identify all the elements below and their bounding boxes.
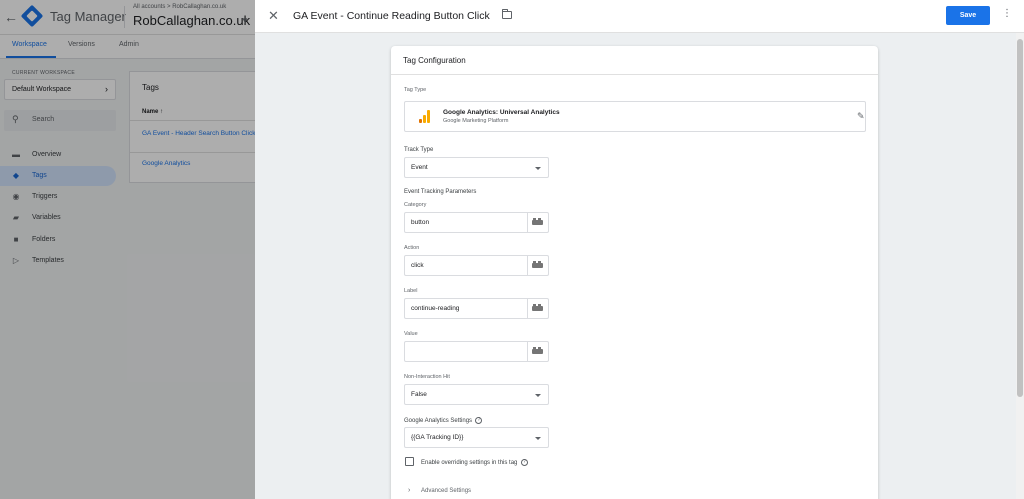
close-icon[interactable]: ✕ (268, 8, 279, 24)
override-settings-checkbox[interactable] (405, 457, 414, 466)
track-type-label: Track Type (404, 147, 434, 153)
tag-type-subtitle: Google Marketing Platform (443, 118, 509, 124)
variable-picker-button[interactable] (527, 342, 548, 361)
category-field[interactable] (404, 212, 549, 233)
non-interaction-value: False (411, 391, 427, 398)
value-label: Value (404, 331, 418, 337)
label-input[interactable] (405, 299, 528, 318)
track-type-value: Event (411, 164, 428, 171)
more-vert-icon[interactable]: ⋮ (1002, 8, 1012, 19)
action-input[interactable] (405, 256, 528, 275)
non-interaction-label: Non-Interaction Hit (404, 374, 450, 380)
dropdown-arrow-icon (535, 437, 541, 440)
variable-block-icon (532, 218, 543, 225)
variable-picker-button[interactable] (527, 256, 548, 275)
variable-block-icon (532, 304, 543, 311)
action-field[interactable] (404, 255, 549, 276)
card-title: Tag Configuration (403, 56, 466, 65)
ga-settings-select[interactable]: {{GA Tracking ID}} (404, 427, 549, 448)
help-icon[interactable]: ? (520, 459, 528, 466)
category-label: Category (404, 202, 427, 208)
divider (391, 74, 878, 75)
value-input[interactable] (405, 342, 528, 361)
folder-icon[interactable] (502, 9, 512, 19)
advanced-settings-toggle[interactable]: Advanced Settings (421, 488, 471, 494)
label-label: Label (404, 288, 418, 294)
override-settings-label[interactable]: Enable overriding settings in this tag (421, 460, 517, 466)
dropdown-arrow-icon (535, 167, 541, 170)
tag-configuration-card: Tag Configuration Tag Type Google Analyt… (391, 46, 878, 499)
chevron-right-icon[interactable]: › (408, 487, 410, 494)
help-icon[interactable]: ? (475, 417, 483, 424)
scrollbar-thumb[interactable] (1017, 39, 1023, 397)
google-analytics-icon (419, 110, 431, 123)
dropdown-arrow-icon (535, 394, 541, 397)
tag-name-title[interactable]: GA Event - Continue Reading Button Click (293, 10, 490, 22)
category-input[interactable] (405, 213, 528, 232)
editor-header: ✕ GA Event - Continue Reading Button Cli… (255, 0, 1024, 33)
variable-picker-button[interactable] (527, 213, 548, 232)
variable-block-icon (532, 347, 543, 354)
tag-type-label: Tag Type (404, 87, 427, 93)
edit-pencil-icon[interactable]: ✎ (857, 111, 865, 122)
value-field[interactable] (404, 341, 549, 362)
override-label-row: Enable overriding settings in this tag ? (421, 459, 528, 466)
non-interaction-select[interactable]: False (404, 384, 549, 405)
variable-picker-button[interactable] (527, 299, 548, 318)
action-label: Action (404, 245, 420, 251)
event-params-label: Event Tracking Parameters (404, 189, 477, 195)
track-type-select[interactable]: Event (404, 157, 549, 178)
ga-settings-label-row: Google Analytics Settings ? (404, 417, 483, 425)
tag-type-name: Google Analytics: Universal Analytics (443, 109, 560, 116)
tag-editor-panel: ✕ GA Event - Continue Reading Button Cli… (255, 0, 1024, 499)
label-field[interactable] (404, 298, 549, 319)
save-button[interactable]: Save (946, 6, 990, 25)
ga-settings-value: {{GA Tracking ID}} (411, 434, 464, 441)
ga-settings-label: Google Analytics Settings (404, 418, 473, 425)
tag-type-selector[interactable]: Google Analytics: Universal Analytics Go… (404, 101, 866, 132)
variable-block-icon (532, 261, 543, 268)
